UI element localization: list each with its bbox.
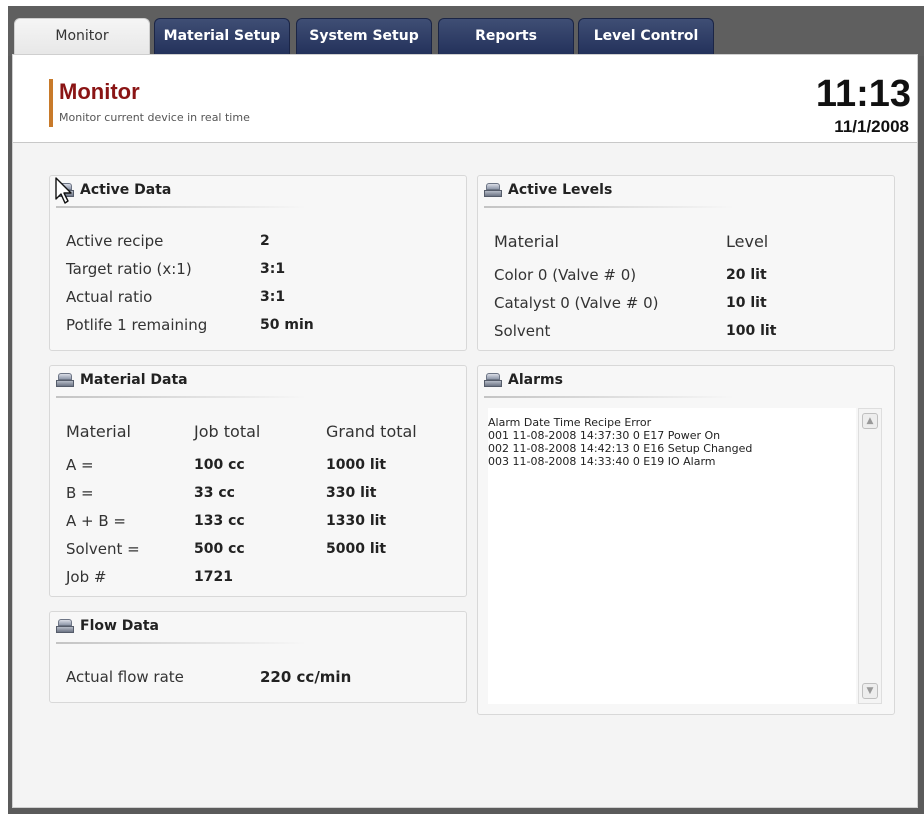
active-levels-title: Active Levels xyxy=(508,182,613,198)
material-data-title: Material Data xyxy=(80,372,188,388)
table-cell: 330 lit xyxy=(326,485,377,501)
mouse-pointer-icon xyxy=(55,177,72,204)
table-cell: 500 cc xyxy=(194,541,245,557)
tab-material-setup[interactable]: Material Setup xyxy=(154,18,290,56)
level-row-label: Solvent xyxy=(494,322,551,340)
tab-bar: Monitor Material Setup System Setup Repo… xyxy=(8,6,924,58)
alarms-title: Alarms xyxy=(508,372,563,388)
table-cell: 33 cc xyxy=(194,485,235,501)
job-total-col-header: Job total xyxy=(194,422,261,441)
target-ratio-label: Target ratio (x:1) xyxy=(66,260,192,278)
page-header: Monitor Monitor current device in real t… xyxy=(13,55,917,143)
flow-data-title: Flow Data xyxy=(80,618,159,634)
flow-data-header: Flow Data xyxy=(56,618,159,634)
table-cell: 1721 xyxy=(194,569,233,585)
page-subtitle: Monitor current device in real time xyxy=(59,111,250,124)
list-item[interactable]: 002 11-08-2008 14:42:13 0 E16 Setup Chan… xyxy=(488,442,856,455)
divider xyxy=(56,206,306,208)
potlife-value: 50 min xyxy=(260,317,314,333)
flow-rate-label: Actual flow rate xyxy=(66,668,184,686)
tab-level-control[interactable]: Level Control xyxy=(578,18,714,56)
alarms-box: Alarms Alarm Date Time Recipe Error 001 … xyxy=(477,365,895,715)
server-icon xyxy=(56,372,74,388)
alarm-scrollbar[interactable]: ▲ ▼ xyxy=(858,408,882,704)
table-row-label: Solvent = xyxy=(66,540,140,558)
table-cell: 100 cc xyxy=(194,457,245,473)
active-recipe-label: Active recipe xyxy=(66,232,164,250)
server-icon xyxy=(56,618,74,634)
divider xyxy=(484,206,734,208)
table-cell: 133 cc xyxy=(194,513,245,529)
table-cell: 1330 lit xyxy=(326,513,387,529)
content-panel: Monitor Monitor current device in real t… xyxy=(12,54,918,808)
list-item[interactable]: 003 11-08-2008 14:33:40 0 E19 IO Alarm xyxy=(488,455,856,468)
alarm-list-header: Alarm Date Time Recipe Error xyxy=(488,416,652,429)
material-col-header: Material xyxy=(66,422,131,441)
grand-total-col-header: Grand total xyxy=(326,422,417,441)
alarms-header: Alarms xyxy=(484,372,563,388)
level-col-header: Level xyxy=(726,232,769,251)
divider xyxy=(56,642,306,644)
table-cell: 5000 lit xyxy=(326,541,387,557)
active-recipe-value: 2 xyxy=(260,233,270,249)
clock-date: 11/1/2008 xyxy=(834,117,909,136)
table-row-label: A = xyxy=(66,456,94,474)
actual-ratio-label: Actual ratio xyxy=(66,288,153,306)
level-row-label: Color 0 (Valve # 0) xyxy=(494,266,637,284)
title-accent-bar xyxy=(49,79,53,127)
level-row-value: 100 lit xyxy=(726,323,777,339)
server-icon xyxy=(484,182,502,198)
page-title: Monitor xyxy=(59,79,140,104)
table-cell: 1000 lit xyxy=(326,457,387,473)
level-row-value: 20 lit xyxy=(726,267,767,283)
list-item[interactable]: 001 11-08-2008 14:37:30 0 E17 Power On xyxy=(488,429,856,442)
application-window: Monitor Material Setup System Setup Repo… xyxy=(8,6,924,814)
material-data-header: Material Data xyxy=(56,372,188,388)
table-row-label: B = xyxy=(66,484,94,502)
table-row-label: Job # xyxy=(66,568,107,586)
active-levels-box: Active Levels Material Level Color 0 (Va… xyxy=(477,175,895,351)
level-row-value: 10 lit xyxy=(726,295,767,311)
target-ratio-value: 3:1 xyxy=(260,261,286,277)
tab-monitor[interactable]: Monitor xyxy=(14,18,150,58)
scroll-down-icon[interactable]: ▼ xyxy=(862,683,878,699)
level-material-col-header: Material xyxy=(494,232,559,251)
level-row-label: Catalyst 0 (Valve # 0) xyxy=(494,294,659,312)
server-icon xyxy=(484,372,502,388)
active-data-title: Active Data xyxy=(80,182,172,198)
material-data-box: Material Data Material Job total Grand t… xyxy=(49,365,467,597)
divider xyxy=(56,396,306,398)
scroll-up-icon[interactable]: ▲ xyxy=(862,413,878,429)
alarm-list[interactable]: Alarm Date Time Recipe Error 001 11-08-2… xyxy=(488,408,856,704)
potlife-label: Potlife 1 remaining xyxy=(66,316,208,334)
tab-system-setup[interactable]: System Setup xyxy=(296,18,432,56)
clock-time: 11:13 xyxy=(815,73,911,115)
flow-rate-value: 220 cc/min xyxy=(260,668,352,686)
table-row-label: A + B = xyxy=(66,512,126,530)
active-levels-header: Active Levels xyxy=(484,182,612,198)
tab-reports[interactable]: Reports xyxy=(438,18,574,56)
divider xyxy=(484,396,734,398)
actual-ratio-value: 3:1 xyxy=(260,289,286,305)
flow-data-box: Flow Data Actual flow rate 220 cc/min xyxy=(49,611,467,703)
active-data-box: Active Data Active recipe 2 Target ratio… xyxy=(49,175,467,351)
